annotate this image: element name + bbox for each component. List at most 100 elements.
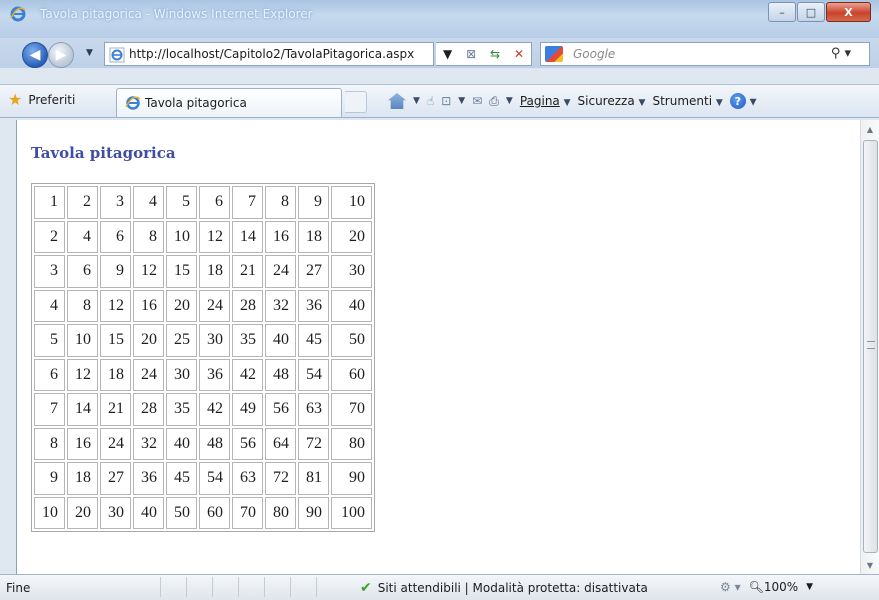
- search-icon[interactable]: ⚲ ▾: [831, 46, 851, 61]
- table-cell: 16: [265, 220, 296, 253]
- search-input[interactable]: Google ⚲ ▾: [540, 42, 870, 66]
- feeds-dropdown-icon[interactable]: ▼: [458, 96, 465, 106]
- feeds-icon[interactable]: ⊡: [441, 94, 451, 108]
- table-cell: 10: [331, 186, 372, 219]
- table-cell: 6: [199, 186, 230, 219]
- table-cell: 24: [100, 427, 131, 460]
- table-cell: 27: [298, 255, 329, 288]
- table-cell: 80: [265, 496, 296, 529]
- new-tab-button[interactable]: [345, 91, 367, 113]
- table-cell: 20: [133, 324, 164, 357]
- table-cell: 5: [166, 186, 197, 219]
- zoom-button[interactable]: 🔍︎100%: [749, 580, 799, 594]
- table-cell: 90: [331, 462, 372, 495]
- table-cell: 12: [199, 220, 230, 253]
- home-dropdown-icon[interactable]: ▼: [413, 96, 420, 106]
- table-cell: 63: [298, 393, 329, 426]
- minimize-button[interactable]: –: [768, 2, 796, 22]
- vertical-scrollbar[interactable]: ▲ ▼: [860, 120, 879, 574]
- dropdown-arrow-icon[interactable]: ▼: [443, 47, 452, 61]
- table-cell: 40: [331, 289, 372, 322]
- table-cell: 21: [232, 255, 263, 288]
- arrow-right-icon: ▶: [55, 47, 67, 63]
- table-cell: 40: [166, 427, 197, 460]
- chevron-down-icon: ▼: [563, 98, 571, 108]
- url-text: http://localhost/Capitolo2/TavolaPitagor…: [129, 47, 415, 61]
- tab-tavola-pitagorica[interactable]: Tavola pitagorica: [116, 88, 342, 117]
- page-menu[interactable]: Pagina ▼: [520, 94, 571, 108]
- table-cell: 81: [298, 462, 329, 495]
- mail-icon[interactable]: ✉: [472, 94, 482, 108]
- zoom-dropdown-icon[interactable]: ▼: [806, 582, 813, 592]
- chevron-down-icon: ▼: [749, 97, 757, 108]
- table-cell: 18: [199, 255, 230, 288]
- table-cell: 64: [265, 427, 296, 460]
- tools-menu[interactable]: Strumenti ▼: [652, 94, 722, 108]
- page-title: Tavola pitagorica: [31, 144, 176, 162]
- table-cell: 35: [166, 393, 197, 426]
- hand-icon[interactable]: ☝: [427, 94, 434, 108]
- scroll-thumb[interactable]: [863, 140, 878, 553]
- table-cell: 20: [331, 220, 372, 253]
- checkmark-icon: ✔: [360, 580, 372, 596]
- home-icon[interactable]: [388, 93, 406, 109]
- help-menu[interactable]: ? ▼: [729, 93, 757, 109]
- table-cell: 30: [100, 496, 131, 529]
- table-cell: 8: [265, 186, 296, 219]
- table-cell: 60: [199, 496, 230, 529]
- compatibility-icon[interactable]: ⊠: [466, 47, 476, 61]
- table-row: 4 8 12 16 20 24 28 32 36 40: [34, 289, 372, 322]
- table-cell: 18: [67, 462, 98, 495]
- tools-menu-label: Strumenti: [652, 94, 713, 108]
- recent-pages-dropdown[interactable]: ▼: [86, 48, 93, 58]
- table-cell: 10: [67, 324, 98, 357]
- close-button[interactable]: X: [826, 2, 871, 22]
- table-cell: 28: [232, 289, 263, 322]
- popup-settings-icon[interactable]: ⚙ ▾: [720, 580, 741, 594]
- table-cell: 60: [331, 358, 372, 391]
- stop-icon[interactable]: ✕: [514, 47, 524, 61]
- table-cell: 7: [232, 186, 263, 219]
- back-button[interactable]: ◀: [22, 42, 48, 68]
- print-icon[interactable]: ⎙: [489, 94, 499, 109]
- scroll-down-button[interactable]: ▼: [861, 556, 879, 574]
- table-cell: 5: [34, 324, 65, 357]
- table-cell: 30: [331, 255, 372, 288]
- table-cell: 21: [100, 393, 131, 426]
- safety-menu[interactable]: Sicurezza ▼: [578, 94, 646, 108]
- table-cell: 20: [67, 496, 98, 529]
- table-cell: 14: [67, 393, 98, 426]
- table-cell: 30: [199, 324, 230, 357]
- status-bar: Fine ✔ Siti attendibili | Modalità prote…: [0, 574, 879, 600]
- forward-button[interactable]: ▶: [48, 42, 74, 68]
- table-cell: 36: [199, 358, 230, 391]
- table-cell: 8: [133, 220, 164, 253]
- refresh-icon[interactable]: ⇆: [490, 47, 500, 61]
- table-cell: 32: [265, 289, 296, 322]
- table-cell: 70: [232, 496, 263, 529]
- table-cell: 80: [331, 427, 372, 460]
- grip-icon: [867, 341, 875, 349]
- table-cell: 48: [199, 427, 230, 460]
- window-titlebar[interactable]: Tavola pitagorica - Windows Internet Exp…: [0, 0, 879, 38]
- status-text: Fine: [6, 581, 31, 595]
- table-cell: 4: [133, 186, 164, 219]
- maximize-button[interactable]: □: [797, 2, 825, 22]
- table-row: 2 4 6 8 10 12 14 16 18 20: [34, 220, 372, 253]
- table-cell: 15: [100, 324, 131, 357]
- favorites-button[interactable]: ★ Preferiti: [8, 92, 75, 108]
- table-cell: 8: [67, 289, 98, 322]
- table-cell: 10: [166, 220, 197, 253]
- print-dropdown-icon[interactable]: ▼: [506, 96, 513, 106]
- search-placeholder: Google: [573, 47, 616, 61]
- table-cell: 3: [100, 186, 131, 219]
- address-toolbar: ◀ ▶ ▼ http://localhost/Capitolo2/TavolaP…: [0, 38, 879, 68]
- zoom-level: 100%: [763, 580, 799, 594]
- table-cell: 36: [133, 462, 164, 495]
- security-zone[interactable]: ✔ Siti attendibili | Modalità protetta: …: [360, 580, 648, 596]
- scroll-up-button[interactable]: ▲: [861, 120, 879, 138]
- table-cell: 12: [67, 358, 98, 391]
- table-row: 5 10 15 20 25 30 35 40 45 50: [34, 324, 372, 357]
- address-input[interactable]: http://localhost/Capitolo2/TavolaPitagor…: [104, 42, 434, 66]
- table-cell: 9: [298, 186, 329, 219]
